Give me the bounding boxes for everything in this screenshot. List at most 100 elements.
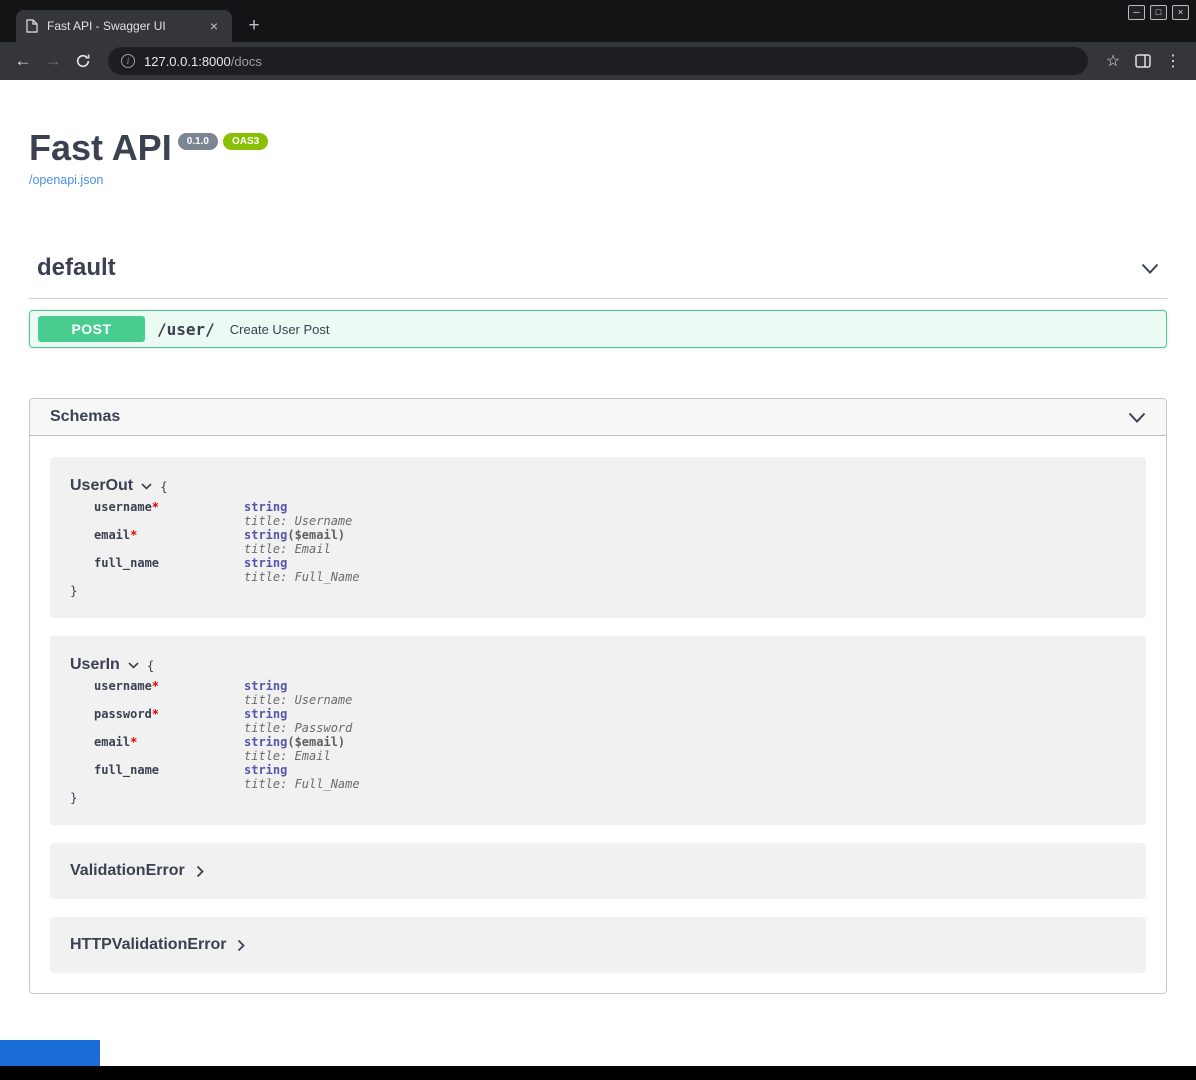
schema-property: full_name string title: Full_Name [94, 763, 1126, 791]
browser-window: ─ □ × Fast API - Swagger UI × + ← → [0, 0, 1196, 1080]
api-header: Fast API 0.1.0 OAS3 [29, 130, 1167, 166]
http-method-badge: POST [38, 316, 145, 342]
property-def: string($email) title: Email [244, 528, 345, 556]
property-name: username* [94, 500, 244, 528]
tab-close-icon[interactable]: × [206, 18, 222, 34]
model-properties: username* string title: Username email* … [70, 500, 1126, 598]
side-panel-glyph-icon [1135, 54, 1151, 68]
url-text: 127.0.0.1:8000/docs [144, 54, 262, 69]
browser-tab[interactable]: Fast API - Swagger UI × [16, 10, 232, 42]
new-tab-button[interactable]: + [240, 12, 268, 40]
status-bubble [0, 1040, 100, 1066]
schema-property: username* string title: Username [94, 500, 1126, 528]
required-star: * [152, 679, 159, 693]
property-type: string [244, 679, 287, 693]
property-name: password* [94, 707, 244, 735]
close-brace: } [70, 791, 1126, 805]
property-def: string title: Full_Name [244, 763, 360, 791]
version-badge: 0.1.0 [178, 133, 218, 150]
required-star: * [152, 500, 159, 514]
model-properties: username* string title: Username passwor… [70, 679, 1126, 805]
open-brace: { [147, 658, 155, 673]
schema-property: email* string($email) title: Email [94, 528, 1126, 556]
property-def: string title: Password [244, 707, 352, 735]
reload-icon[interactable] [68, 46, 98, 76]
property-def: string title: Username [244, 500, 352, 528]
schema-property: email* string($email) title: Email [94, 735, 1126, 763]
property-title: title: Username [244, 514, 352, 528]
property-name: email* [94, 735, 244, 763]
api-title: Fast API [29, 130, 172, 166]
browser-menu-icon[interactable]: ⋮ [1158, 46, 1188, 76]
open-brace: { [160, 479, 168, 494]
property-name: username* [94, 679, 244, 707]
property-title: title: Password [244, 721, 352, 735]
page-favicon-icon [26, 19, 38, 33]
site-info-icon[interactable]: i [121, 54, 135, 68]
forward-icon: → [38, 46, 68, 76]
minimize-button[interactable]: ─ [1128, 5, 1145, 20]
property-title: title: Email [244, 542, 345, 556]
model-title: HTTPValidationError [70, 936, 226, 954]
property-title: title: Username [244, 693, 352, 707]
collapse-chevron-icon[interactable] [141, 483, 152, 490]
oas3-badge: OAS3 [223, 133, 268, 150]
schemas-header[interactable]: Schemas [30, 399, 1166, 436]
side-panel-icon[interactable] [1128, 46, 1158, 76]
model-validationerror[interactable]: ValidationError [50, 843, 1146, 899]
openapi-spec-link[interactable]: /openapi.json [29, 173, 103, 187]
tag-section-header[interactable]: default [29, 246, 1167, 299]
maximize-button[interactable]: □ [1150, 5, 1167, 20]
model-userout: UserOut { username* string ti [50, 457, 1146, 618]
tab-strip: Fast API - Swagger UI × + [16, 10, 268, 42]
model-httpvalidationerror[interactable]: HTTPValidationError [50, 917, 1146, 973]
swagger-ui: Fast API 0.1.0 OAS3 /openapi.json defaul… [0, 130, 1196, 994]
property-title: title: Full_Name [244, 570, 360, 584]
endpoint-post-user[interactable]: POST /user/ Create User Post [29, 310, 1167, 348]
property-title: title: Full_Name [244, 777, 360, 791]
model-head: UserIn { [70, 656, 1126, 674]
close-button[interactable]: × [1172, 5, 1189, 20]
back-icon[interactable]: ← [8, 46, 38, 76]
chevron-down-icon[interactable] [1128, 412, 1146, 423]
property-name: full_name [94, 763, 244, 791]
property-type: string [244, 528, 287, 542]
property-type: string [244, 735, 287, 749]
property-title: title: Email [244, 749, 345, 763]
required-star: * [130, 735, 137, 749]
property-def: string($email) title: Email [244, 735, 345, 763]
window-bottom-edge [0, 1066, 1196, 1080]
address-bar[interactable]: i 127.0.0.1:8000/docs [108, 47, 1088, 75]
property-type: string [244, 500, 287, 514]
collapse-chevron-icon[interactable] [128, 662, 139, 669]
schema-property: password* string title: Password [94, 707, 1126, 735]
endpoint-summary: Create User Post [230, 322, 330, 337]
schemas-body: UserOut { username* string ti [30, 436, 1166, 993]
property-type: string [244, 556, 287, 570]
window-controls: ─ □ × [1128, 5, 1189, 20]
reload-glyph-icon [75, 53, 91, 69]
required-star: * [130, 528, 137, 542]
window-titlebar: ─ □ × Fast API - Swagger UI × + [0, 0, 1196, 42]
property-format: ($email) [287, 735, 345, 749]
expand-chevron-icon[interactable] [196, 865, 204, 878]
tag-title: default [37, 254, 116, 282]
chevron-down-icon[interactable] [1141, 263, 1159, 274]
property-name: full_name [94, 556, 244, 584]
required-star: * [152, 707, 159, 721]
expand-chevron-icon[interactable] [237, 939, 245, 952]
close-brace: } [70, 584, 1126, 598]
tab-title: Fast API - Swagger UI [47, 19, 197, 33]
browser-toolbar: ← → i 127.0.0.1:8000/docs ☆ ⋮ [0, 42, 1196, 80]
schema-property: full_name string title: Full_Name [94, 556, 1126, 584]
property-name: email* [94, 528, 244, 556]
property-def: string title: Username [244, 679, 352, 707]
model-title[interactable]: UserIn [70, 656, 120, 674]
model-head: UserOut { [70, 477, 1126, 495]
model-userin: UserIn { username* string tit [50, 636, 1146, 825]
schemas-section: Schemas UserOut { [29, 398, 1167, 994]
property-type: string [244, 707, 287, 721]
model-title: ValidationError [70, 862, 185, 880]
model-title[interactable]: UserOut [70, 477, 133, 495]
bookmark-star-icon[interactable]: ☆ [1098, 46, 1128, 76]
